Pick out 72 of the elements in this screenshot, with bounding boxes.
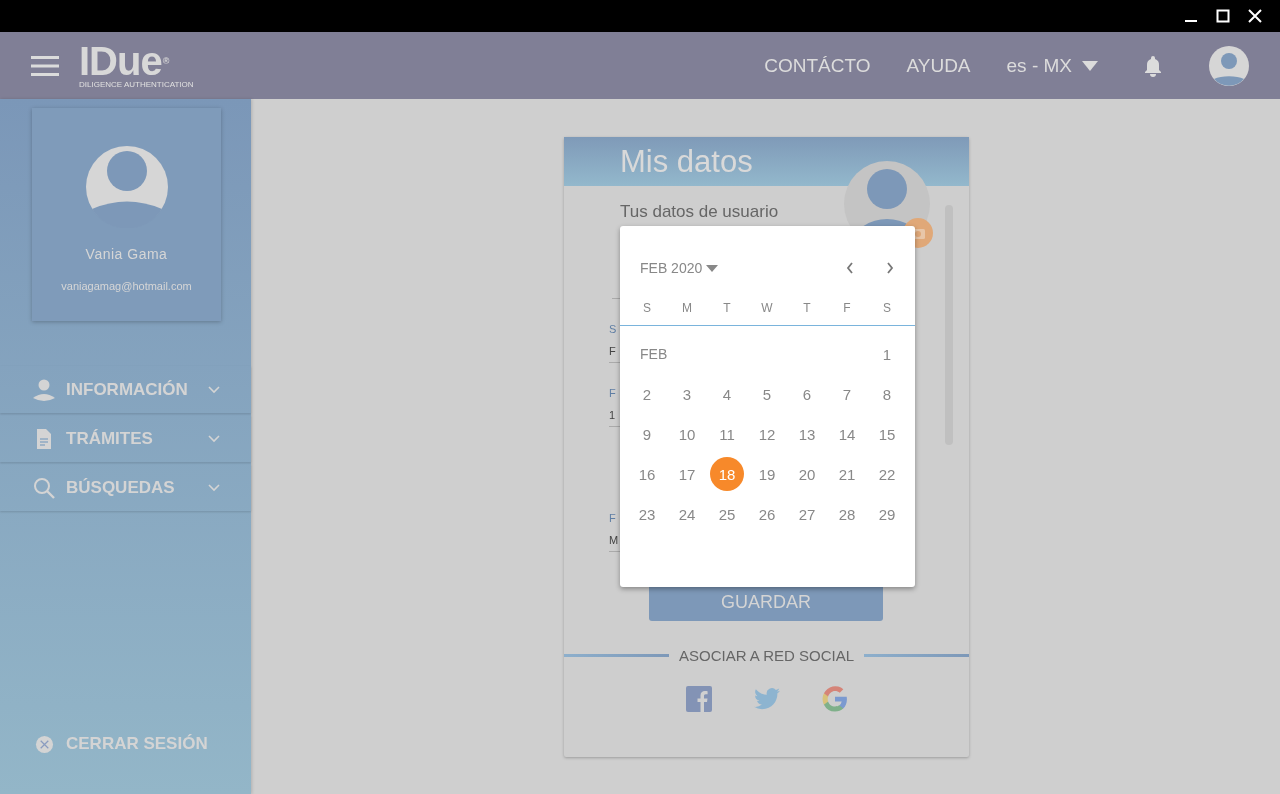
logo: IDue$^{®}$: [79, 42, 169, 80]
calendar-day[interactable]: 10: [670, 417, 704, 451]
calendar-day[interactable]: 25: [710, 497, 744, 531]
weekday-label: S: [882, 301, 892, 317]
chevron-down-icon: [208, 385, 220, 394]
calendar-day[interactable]: 8: [870, 377, 904, 411]
weekday-label: T: [802, 301, 812, 317]
language-selector[interactable]: es - MX: [1006, 54, 1098, 77]
calendar-day[interactable]: 1: [870, 337, 904, 371]
avatar-icon[interactable]: [1209, 45, 1249, 86]
section-heading: ASOCIAR A RED SOCIAL: [678, 647, 855, 664]
facebook-icon[interactable]: [685, 686, 712, 712]
caret-down-icon[interactable]: [706, 264, 719, 272]
chevron-down-icon: [208, 483, 220, 492]
calendar-day[interactable]: 7: [830, 377, 864, 411]
calendar-day[interactable]: 28: [830, 497, 864, 531]
chevron-down-icon: [208, 434, 220, 443]
calendar-day[interactable]: 22: [870, 457, 904, 491]
weekday-label: F: [842, 301, 852, 317]
calendar-day[interactable]: 24: [670, 497, 704, 531]
calendar-day[interactable]: 13: [790, 417, 824, 451]
calendar-day[interactable]: 3: [670, 377, 704, 411]
calendar-day[interactable]: 18: [710, 457, 744, 491]
calendar-day[interactable]: 14: [830, 417, 864, 451]
input-field[interactable]: 1: [609, 408, 619, 422]
calendar-day[interactable]: 17: [670, 457, 704, 491]
calendar-day[interactable]: 6: [790, 377, 824, 411]
field-label: F: [609, 386, 617, 400]
calendar-day[interactable]: 29: [870, 497, 904, 531]
avatar-icon: [85, 146, 168, 228]
calendar-day[interactable]: 27: [790, 497, 824, 531]
calendar-day[interactable]: 11: [710, 417, 744, 451]
weekday-label: T: [722, 301, 732, 317]
close-circle-icon: [35, 734, 54, 754]
month-selector[interactable]: FEB 2020: [640, 260, 719, 276]
menu-icon[interactable]: [31, 55, 59, 76]
nav-link[interactable]: AYUDA: [906, 54, 971, 77]
caret-down-icon[interactable]: [1082, 60, 1098, 71]
weekday-label: M: [681, 301, 693, 317]
user-email: vaniagamag@hotmail.com: [61, 280, 192, 292]
calendar-day[interactable]: 12: [750, 417, 784, 451]
calendar-day[interactable]: 23: [630, 497, 664, 531]
calendar-day[interactable]: 19: [750, 457, 784, 491]
nav-link[interactable]: CONTÁCTO: [764, 54, 871, 77]
calendar-day[interactable]: 20: [790, 457, 824, 491]
person-icon: [33, 378, 55, 401]
calendar-day[interactable]: 2: [630, 377, 664, 411]
google-icon[interactable]: [821, 686, 848, 712]
field-label: S: [609, 322, 618, 336]
maximize-icon[interactable]: [1216, 9, 1230, 23]
logo-tagline: DILIGENCE AUTHENTICATION: [79, 80, 194, 89]
card-title: Mis datos: [620, 143, 753, 180]
weekday-label: W: [760, 301, 774, 317]
calendar-day[interactable]: 21: [830, 457, 864, 491]
section-subtitle: Tus datos de usuario: [620, 202, 780, 222]
weekday-label: S: [642, 301, 652, 317]
input-field[interactable]: F: [609, 344, 619, 358]
close-icon[interactable]: [1248, 9, 1262, 23]
calendar-day[interactable]: 26: [750, 497, 784, 531]
calendar-day[interactable]: 4: [710, 377, 744, 411]
month-label: FEB: [640, 346, 668, 362]
input-field[interactable]: M: [609, 533, 619, 547]
calendar-day[interactable]: 9: [630, 417, 664, 451]
search-icon: [33, 476, 55, 499]
previous-month-icon[interactable]: [845, 260, 855, 276]
user-name: Vania Gama: [85, 246, 168, 262]
bell-icon[interactable]: [1143, 54, 1163, 77]
calendar-day[interactable]: 5: [750, 377, 784, 411]
next-month-icon[interactable]: [885, 260, 895, 276]
calendar-day[interactable]: 15: [870, 417, 904, 451]
calendar-day[interactable]: 16: [630, 457, 664, 491]
field-label: F: [609, 511, 617, 525]
